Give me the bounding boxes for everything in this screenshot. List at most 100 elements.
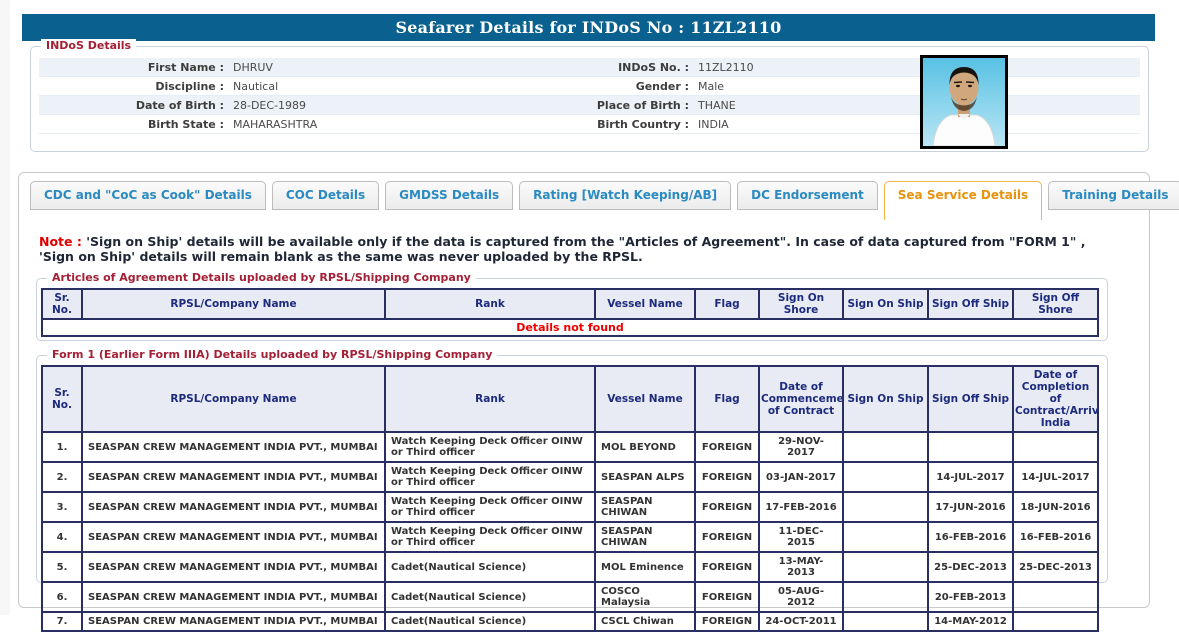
table-cell: 13-MAY-2013 [759, 552, 843, 582]
table-cell: 03-JAN-2017 [759, 462, 843, 492]
empty-message: Details not found [42, 319, 1098, 336]
table-cell: FOREIGN [695, 552, 759, 582]
table-cell: SEASPAN CHIWAN [595, 492, 695, 522]
field-label: Birth Country : [564, 115, 689, 133]
table-cell [1013, 582, 1098, 612]
column-header: Vessel Name [595, 366, 695, 432]
page-title: Seafarer Details for INDoS No : 11ZL2110 [22, 14, 1155, 41]
table-row: 6.SEASPAN CREW MANAGEMENT INDIA PVT., MU… [42, 582, 1098, 612]
table-cell: SEASPAN CHIWAN [595, 522, 695, 552]
table-cell: 17-JUN-2016 [928, 492, 1013, 522]
tab-sea-service-details[interactable]: Sea Service Details [884, 181, 1042, 220]
table-cell [843, 582, 928, 612]
seafarer-photo-drawing [923, 58, 1005, 146]
table-cell: SEASPAN CREW MANAGEMENT INDIA PVT., MUMB… [82, 552, 385, 582]
table-cell: 6. [42, 582, 82, 612]
table-cell [843, 492, 928, 522]
table-header-row: Sr. No.RPSL/Company NameRankVessel NameF… [42, 289, 1098, 319]
table-cell: SEASPAN CREW MANAGEMENT INDIA PVT., MUMB… [82, 462, 385, 492]
field-value: Nautical [224, 77, 564, 95]
table-cell: MOL BEYOND [595, 432, 695, 462]
field-label: INDoS No. : [564, 58, 689, 76]
tab-gmdss-details[interactable]: GMDSS Details [385, 181, 513, 210]
column-header: Sign Off Ship [928, 289, 1013, 319]
note-text: Note : 'Sign on Ship' details will be av… [39, 234, 1124, 264]
field-value: 28-DEC-1989 [224, 96, 564, 114]
column-header: Sign Off Ship [928, 366, 1013, 432]
field-value: 11ZL2110 [689, 58, 1140, 76]
tab-dc-endorsement[interactable]: DC Endorsement [737, 181, 878, 210]
column-header: Sr. No. [42, 366, 82, 432]
table-cell: Watch Keeping Deck Officer OINW or Third… [385, 462, 595, 492]
field-value: THANE [689, 96, 1140, 114]
field-label: First Name : [39, 58, 224, 76]
field-value: MAHARASHTRA [224, 115, 564, 133]
table-header-row: Sr. No.RPSL/Company NameRankVessel NameF… [42, 366, 1098, 432]
table-cell [843, 552, 928, 582]
table-row: 1.SEASPAN CREW MANAGEMENT INDIA PVT., MU… [42, 432, 1098, 462]
table-cell [928, 432, 1013, 462]
table-cell: 16-FEB-2016 [1013, 522, 1098, 552]
table-cell: SEASPAN CREW MANAGEMENT INDIA PVT., MUMB… [82, 492, 385, 522]
table-cell: Watch Keeping Deck Officer OINW or Third… [385, 432, 595, 462]
column-header: Sign Off Shore [1013, 289, 1098, 319]
table-cell: FOREIGN [695, 492, 759, 522]
table-cell [1013, 432, 1098, 462]
column-header: Date of Commencement of Contract [759, 366, 843, 432]
table-cell: 11-DEC-2015 [759, 522, 843, 552]
table-cell: 17-FEB-2016 [759, 492, 843, 522]
table-cell: SEASPAN CREW MANAGEMENT INDIA PVT., MUMB… [82, 522, 385, 552]
column-header: Sign On Shore [759, 289, 843, 319]
table-cell: FOREIGN [695, 432, 759, 462]
column-header: RPSL/Company Name [82, 366, 385, 432]
table-cell: 29-NOV-2017 [759, 432, 843, 462]
column-header: Flag [695, 289, 759, 319]
table-cell: 18-JUN-2016 [1013, 492, 1098, 522]
table-cell: SEASPAN CREW MANAGEMENT INDIA PVT., MUMB… [82, 432, 385, 462]
column-header: Vessel Name [595, 289, 695, 319]
articles-table-legend: Articles of Agreement Details uploaded b… [47, 271, 476, 284]
tab-training-details[interactable]: Training Details [1048, 181, 1179, 210]
tab-rating-watch-keeping-ab[interactable]: Rating [Watch Keeping/AB] [519, 181, 731, 210]
table-cell: 25-DEC-2013 [928, 552, 1013, 582]
table-row: 5.SEASPAN CREW MANAGEMENT INDIA PVT., MU… [42, 552, 1098, 582]
table-cell: FOREIGN [695, 462, 759, 492]
form1-table-legend: Form 1 (Earlier Form IIIA) Details uploa… [47, 348, 497, 361]
tab-cdc-and-coc-as-cook-details[interactable]: CDC and "CoC as Cook" Details [30, 181, 266, 210]
tab-coc-details[interactable]: COC Details [272, 181, 379, 210]
table-cell: 5. [42, 552, 82, 582]
table-cell: COSCO Malaysia [595, 582, 695, 612]
field-label: Date of Birth : [39, 96, 224, 114]
tab-strip: CDC and "CoC as Cook" DetailsCOC Details… [30, 181, 1179, 220]
indos-details-panel: INDoS Details First Name :DHRUVINDoS No.… [30, 46, 1149, 152]
column-header: Date of Completion of Contract/Arriving … [1013, 366, 1098, 432]
table-cell: SEASPAN ALPS [595, 462, 695, 492]
table-cell: FOREIGN [695, 522, 759, 552]
table-cell [843, 432, 928, 462]
table-row: 2.SEASPAN CREW MANAGEMENT INDIA PVT., MU… [42, 462, 1098, 492]
field-value: Male [689, 77, 1140, 95]
field-label: Place of Birth : [564, 96, 689, 114]
table-cell: 4. [42, 522, 82, 552]
table-cell: 14-JUL-2017 [1013, 462, 1098, 492]
table-cell: 16-FEB-2016 [928, 522, 1013, 552]
note-body: 'Sign on Ship' details will be available… [39, 234, 1085, 264]
note-prefix: Note : [39, 234, 86, 249]
articles-table: Sr. No.RPSL/Company NameRankVessel NameF… [41, 288, 1099, 337]
column-header: Sign On Ship [843, 366, 928, 432]
seafarer-photo [920, 55, 1008, 149]
table-cell: 25-DEC-2013 [1013, 552, 1098, 582]
field-label: Birth State : [39, 115, 224, 133]
field-label: Discipline : [39, 77, 224, 95]
column-header: Rank [385, 289, 595, 319]
table-cell [843, 462, 928, 492]
table-cell: 2. [42, 462, 82, 492]
table-row: Details not found [42, 319, 1098, 336]
table-cell: Watch Keeping Deck Officer OINW or Third… [385, 492, 595, 522]
column-header: Flag [695, 366, 759, 432]
table-cell: FOREIGN [695, 582, 759, 612]
table-cell: 1. [42, 432, 82, 462]
table-row: 3.SEASPAN CREW MANAGEMENT INDIA PVT., MU… [42, 492, 1098, 522]
table-cell: Watch Keeping Deck Officer OINW or Third… [385, 522, 595, 552]
tab-content-panel: CDC and "CoC as Cook" DetailsCOC Details… [18, 172, 1150, 608]
